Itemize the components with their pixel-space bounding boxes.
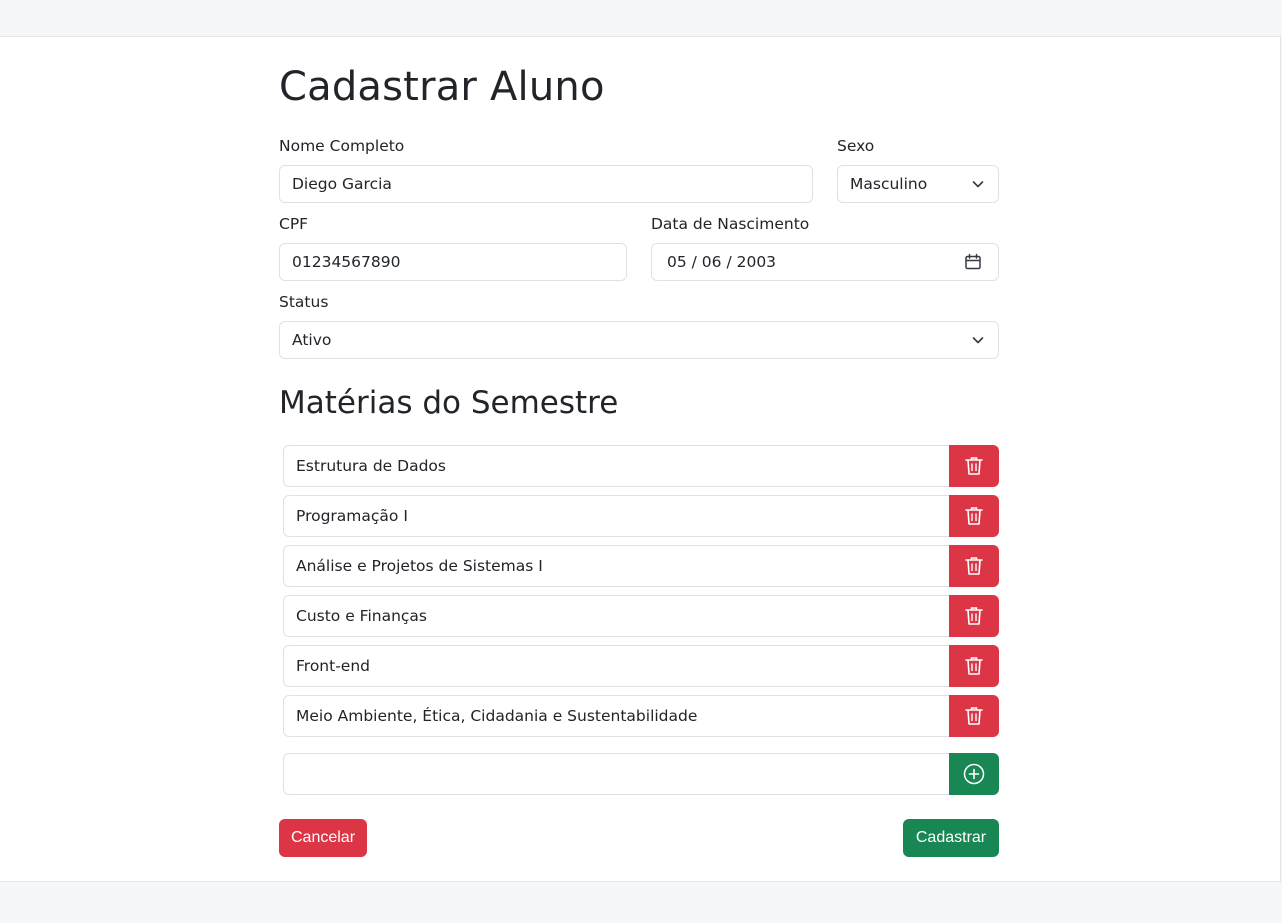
nome-value: Diego Garcia (292, 175, 392, 193)
add-subject-button[interactable] (949, 753, 999, 795)
plus-circle-icon (963, 763, 985, 785)
page-title: Cadastrar Aluno (279, 64, 605, 110)
sexo-value: Masculino (850, 175, 928, 193)
sexo-select[interactable]: Masculino (837, 165, 999, 203)
subject-input[interactable]: Front-end (283, 645, 950, 687)
nome-input[interactable]: Diego Garcia (279, 165, 813, 203)
subject-input[interactable]: Meio Ambiente, Ética, Cidadania e Susten… (283, 695, 950, 737)
trash-icon (965, 557, 983, 575)
delete-subject-button[interactable] (949, 495, 999, 537)
cpf-label: CPF (279, 215, 309, 233)
status-select[interactable]: Ativo (279, 321, 999, 359)
new-subject-row (283, 753, 999, 795)
trash-icon (965, 657, 983, 675)
new-subject-input[interactable] (283, 753, 950, 795)
delete-subject-button[interactable] (949, 645, 999, 687)
subject-input[interactable]: Custo e Finanças (283, 595, 950, 637)
sexo-label: Sexo (837, 137, 875, 155)
cancel-button[interactable]: Cancelar (279, 819, 367, 857)
calendar-icon[interactable] (964, 253, 982, 271)
nascimento-label: Data de Nascimento (651, 215, 810, 233)
cpf-input[interactable]: 01234567890 (279, 243, 627, 281)
nascimento-value: 05 / 06 / 2003 (667, 253, 777, 271)
form-card: Cadastrar Aluno Nome Completo Diego Garc… (0, 36, 1281, 882)
status-label: Status (279, 293, 329, 311)
subject-input[interactable]: Estrutura de Dados (283, 445, 950, 487)
subject-input[interactable]: Programação I (283, 495, 950, 537)
subject-row: Estrutura de Dados (283, 445, 999, 487)
subject-input[interactable]: Análise e Projetos de Sistemas I (283, 545, 950, 587)
chevron-down-icon (972, 337, 984, 344)
subject-row: Análise e Projetos de Sistemas I (283, 545, 999, 587)
nascimento-date-input[interactable]: 05 / 06 / 2003 (651, 243, 999, 281)
trash-icon (965, 507, 983, 525)
status-value: Ativo (292, 331, 332, 349)
delete-subject-button[interactable] (949, 695, 999, 737)
nome-label: Nome Completo (279, 137, 405, 155)
delete-subject-button[interactable] (949, 445, 999, 487)
subject-row: Custo e Finanças (283, 595, 999, 637)
subject-row: Programação I (283, 495, 999, 537)
submit-button[interactable]: Cadastrar (903, 819, 999, 857)
trash-icon (965, 457, 983, 475)
chevron-down-icon (972, 181, 984, 188)
trash-icon (965, 607, 983, 625)
subject-row: Meio Ambiente, Ética, Cidadania e Susten… (283, 695, 999, 737)
subjects-section-title: Matérias do Semestre (279, 385, 619, 421)
delete-subject-button[interactable] (949, 545, 999, 587)
cpf-value: 01234567890 (292, 253, 401, 271)
subject-row: Front-end (283, 645, 999, 687)
trash-icon (965, 707, 983, 725)
delete-subject-button[interactable] (949, 595, 999, 637)
